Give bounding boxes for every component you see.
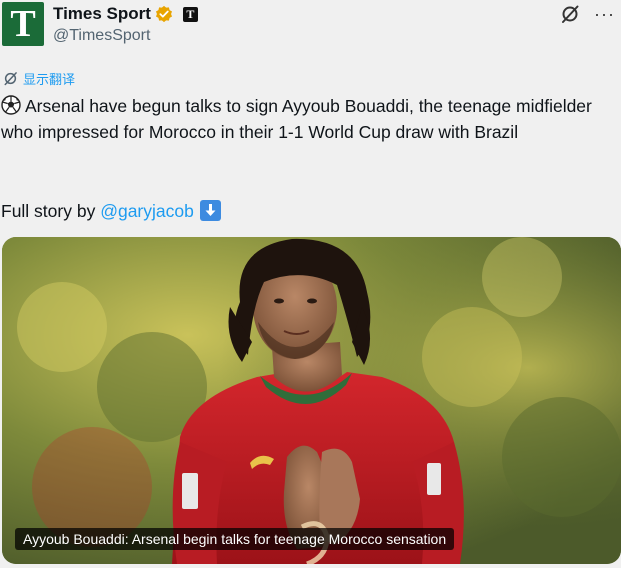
player-photo	[2, 237, 621, 564]
display-name[interactable]: Times Sport	[53, 4, 151, 24]
story-prefix: Full story by	[1, 201, 96, 221]
grok-icon[interactable]	[560, 4, 580, 24]
down-arrow-icon	[199, 200, 221, 221]
mention-link[interactable]: @garyjacob	[100, 201, 194, 221]
more-options-icon[interactable]: ···	[594, 5, 615, 23]
full-story-line: Full story by @garyjacob	[1, 198, 221, 224]
top-actions: ···	[560, 4, 615, 24]
tweet-photo[interactable]: Ayyoub Bouaddi: Arsenal begin talks for …	[2, 237, 621, 564]
translate-label: 显示翻译	[23, 72, 76, 87]
handle[interactable]: @TimesSport	[53, 27, 150, 45]
tweet-body: Arsenal have begun talks to sign Ayyoub …	[1, 96, 592, 142]
publisher-logo-icon: T	[182, 6, 198, 22]
soccer-ball-icon	[1, 95, 21, 115]
photo-caption: Ayyoub Bouaddi: Arsenal begin talks for …	[15, 528, 455, 550]
verified-badge-icon	[155, 5, 172, 23]
avatar-letter: T	[10, 3, 36, 45]
avatar[interactable]: T	[2, 2, 44, 46]
show-translation-link[interactable]: 显示翻译	[3, 69, 75, 88]
name-row: Times Sport T	[53, 4, 198, 24]
tweet-text: Arsenal have begun talks to sign Ayyoub …	[1, 93, 616, 145]
translate-icon	[4, 72, 17, 86]
